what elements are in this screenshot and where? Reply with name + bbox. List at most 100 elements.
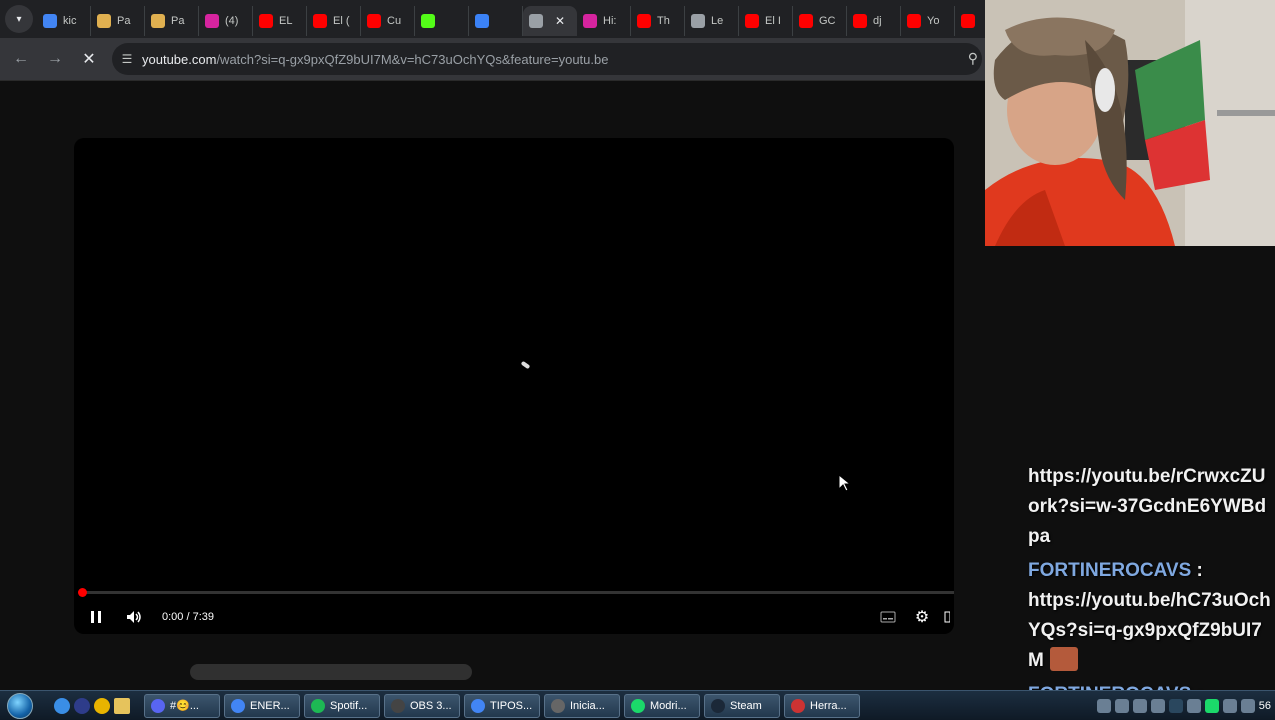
modrinth-icon (631, 698, 645, 713)
url-text[interactable]: youtube.com/watch?si=q-gx9pxQfZ9bUI7M&v=… (142, 52, 608, 67)
browser-tab[interactable]: ✕ (523, 6, 577, 36)
browser-tab[interactable]: Yo (901, 6, 955, 36)
volume-tray-icon[interactable] (1240, 699, 1255, 713)
taskbar-label: Spotif... (330, 699, 368, 712)
ie-icon[interactable] (54, 697, 70, 714)
tab-label: Cu (387, 15, 402, 27)
progress-scrubber[interactable] (78, 588, 87, 597)
forward-button[interactable]: → (38, 42, 72, 76)
progress-bar[interactable] (82, 591, 954, 594)
browser-tab[interactable]: El I (739, 6, 793, 36)
gear-icon: ⚙ (914, 609, 930, 626)
miniplayer-button[interactable] (940, 611, 954, 623)
youtube-icon (637, 14, 651, 28)
instagram-icon (583, 14, 597, 28)
discord-icon (151, 698, 165, 713)
browser-toolbar: ← → ✕ ☰ youtube.com/watch?si=q-gx9pxQfZ9… (0, 38, 985, 80)
browser-tab[interactable]: EL (253, 6, 307, 36)
taskbar-button[interactable]: Herra... (784, 693, 860, 718)
browser-tab[interactable]: (4) (199, 6, 253, 36)
start-button[interactable] (0, 691, 40, 720)
screen: ▾ kic Pa Pa (4) EL El ( Cu ✕ Hi: Th Le El I GC dj Yo ←… (0, 0, 1275, 720)
steam-tray-icon[interactable] (1168, 699, 1183, 713)
taskbar-button[interactable]: Modri... (624, 693, 700, 718)
browser-tab[interactable]: dj (847, 6, 901, 36)
browser-tab[interactable]: Th (631, 6, 685, 36)
webcam-feed (985, 0, 1275, 246)
browser-tab[interactable]: Pa (91, 6, 145, 36)
browser-tab[interactable] (469, 6, 523, 36)
taskbar-button[interactable]: Spotif... (304, 693, 380, 718)
google-icon (43, 14, 57, 28)
clock[interactable]: 56 (1259, 700, 1271, 712)
browser-tab[interactable]: kic (37, 6, 91, 36)
tab-strip: ▾ kic Pa Pa (4) EL El ( Cu ✕ Hi: Th Le El I GC dj Yo (0, 0, 985, 38)
video-player[interactable]: 0:00 / 7:39 ⚙ (74, 138, 954, 634)
taskbar-button[interactable]: TIPOS... (464, 693, 540, 718)
folder-icon[interactable] (114, 697, 130, 714)
browser-tab[interactable]: GC (793, 6, 847, 36)
browser-tab[interactable]: Hi: (577, 6, 631, 36)
browser-tab[interactable] (955, 6, 985, 36)
pause-button[interactable] (84, 610, 108, 624)
search-icon[interactable]: ⚲ (968, 50, 978, 67)
system-tray: 56 (1096, 691, 1275, 720)
browser-tab[interactable]: El ( (307, 6, 361, 36)
subtitles-button[interactable] (876, 611, 900, 623)
taskbar-label: Steam (730, 699, 762, 712)
address-bar[interactable]: ☰ youtube.com/watch?si=q-gx9pxQfZ9bUI7M&… (112, 43, 982, 75)
ticket-icon (151, 14, 165, 28)
ticket-icon (97, 14, 111, 28)
close-tab-icon[interactable]: ✕ (555, 14, 565, 28)
network-icon[interactable] (1222, 699, 1237, 713)
stop-loading-button[interactable]: ✕ (72, 42, 106, 76)
webcam-overlay (985, 0, 1275, 246)
tab-search-button[interactable]: ▾ (5, 5, 33, 33)
tray-icon[interactable] (1186, 699, 1201, 713)
chrome-icon[interactable] (94, 697, 110, 714)
horizontal-scrollbar[interactable] (190, 664, 472, 680)
tray-icon[interactable] (1132, 699, 1147, 713)
tray-icon[interactable] (1096, 699, 1111, 713)
tab-label: Pa (117, 15, 131, 27)
tab-label: El I (765, 15, 781, 27)
monitor-icon (475, 14, 489, 28)
taskbar-button[interactable]: OBS 3... (384, 693, 460, 718)
browser-tab[interactable]: Pa (145, 6, 199, 36)
instagram-icon (205, 14, 219, 28)
browser-tab[interactable] (415, 6, 469, 36)
youtube-icon (367, 14, 381, 28)
loading-icon (529, 14, 543, 28)
taskbar-button[interactable]: Steam (704, 693, 780, 718)
steam-icon (711, 698, 725, 713)
tray-icon[interactable] (1114, 699, 1129, 713)
firefox-icon[interactable] (74, 697, 90, 714)
chat-emote (1049, 646, 1078, 671)
tab-label: Hi: (603, 15, 617, 27)
window-icon (551, 698, 565, 713)
kick-icon (421, 14, 435, 28)
tab-label: Le (711, 15, 724, 27)
settings-button[interactable]: ⚙ (910, 607, 934, 627)
youtube-icon (853, 14, 867, 28)
youtube-icon (961, 14, 975, 28)
taskbar-button[interactable]: ENER... (224, 693, 300, 718)
taskbar-label: #😊... (170, 700, 199, 712)
taskbar-label: OBS 3... (410, 699, 452, 712)
browser-tab[interactable]: Cu (361, 6, 415, 36)
volume-button[interactable] (122, 610, 146, 624)
tab-label: (4) (225, 15, 239, 27)
mouse-cursor (838, 474, 850, 492)
taskbar-label: Herra... (810, 699, 847, 712)
tab-label: Yo (927, 15, 940, 27)
browser-tab[interactable]: Le (685, 6, 739, 36)
tool-icon (791, 698, 805, 713)
site-info-icon[interactable]: ☰ (112, 52, 142, 66)
tray-icon[interactable] (1150, 699, 1165, 713)
tab-label: Pa (171, 15, 185, 27)
back-button[interactable]: ← (4, 42, 38, 76)
tray-icon[interactable] (1204, 699, 1219, 713)
taskbar-button[interactable]: #😊... (144, 693, 220, 718)
taskbar-button[interactable]: Inicia... (544, 693, 620, 718)
loading-spinner (520, 360, 531, 370)
